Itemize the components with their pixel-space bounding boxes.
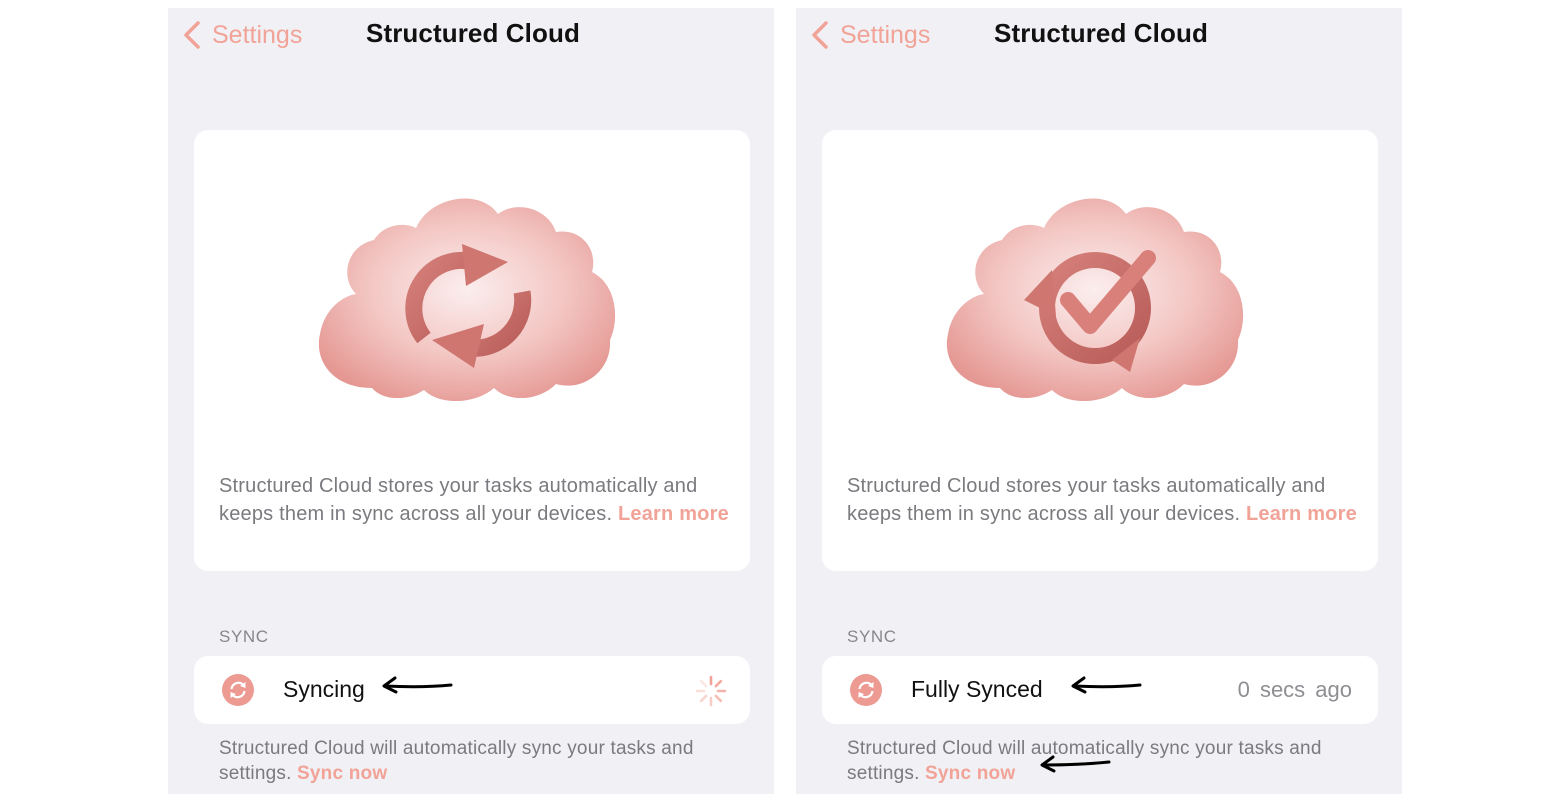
sync-status-label: Syncing (283, 676, 365, 702)
cloud-synced-check-icon (946, 198, 1244, 402)
annotation-arrow-icon (1040, 755, 1111, 773)
page-title: Structured Cloud (994, 18, 1208, 48)
sync-section-label: SYNC (847, 627, 897, 646)
chevron-left-icon (184, 21, 200, 49)
back-label: Settings (840, 20, 931, 49)
sync-status-row[interactable]: Syncing (194, 656, 750, 724)
back-label: Settings (212, 20, 303, 49)
last-synced-time: 0 secs ago (1237, 677, 1352, 702)
annotation-arrow-icon (1071, 676, 1142, 694)
back-button[interactable]: Settings (810, 20, 930, 50)
navigation-bar: Settings Structured Cloud (168, 8, 774, 60)
sync-now-link[interactable]: Sync now (925, 763, 1015, 784)
cloud-info-card: Structured Cloud stores your tasks autom… (822, 130, 1378, 571)
sync-now-link[interactable]: Sync now (297, 763, 387, 784)
learn-more-link[interactable]: Learn more (618, 503, 729, 525)
sync-icon (222, 674, 254, 706)
sync-footer: Structured Cloud will automatically sync… (219, 736, 739, 786)
sync-footer-text: Structured Cloud will automatically sync… (219, 738, 694, 784)
sync-status-label: Fully Synced (911, 676, 1043, 702)
cloud-description: Structured Cloud stores your tasks autom… (219, 472, 729, 528)
cloud-sync-icon (318, 198, 616, 402)
spinner-icon (695, 675, 727, 707)
back-button[interactable]: Settings (182, 20, 302, 50)
sync-section-label: SYNC (219, 627, 269, 646)
cloud-info-card: Structured Cloud stores your tasks autom… (194, 130, 750, 571)
navigation-bar: Settings Structured Cloud (796, 8, 1402, 60)
sync-icon (850, 674, 882, 706)
cloud-description: Structured Cloud stores your tasks autom… (847, 472, 1357, 528)
page-title: Structured Cloud (366, 18, 580, 48)
annotation-arrow-icon (382, 676, 453, 694)
chevron-left-icon (812, 21, 828, 49)
settings-screen-syncing: Settings Structured Cloud Structured Clo… (168, 8, 774, 794)
learn-more-link[interactable]: Learn more (1246, 503, 1357, 525)
